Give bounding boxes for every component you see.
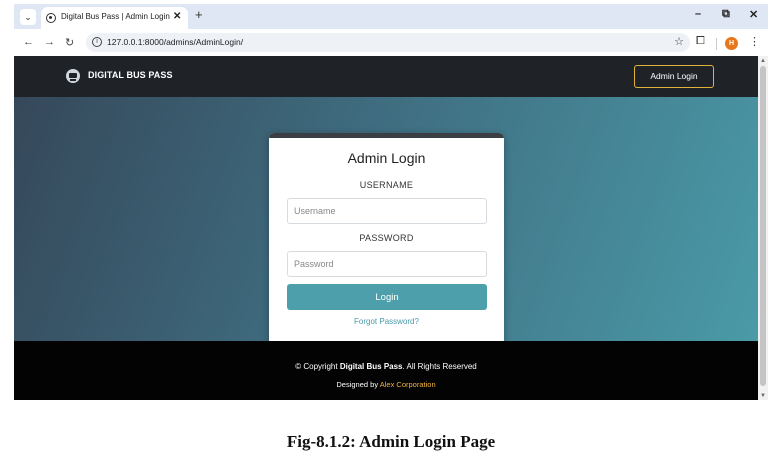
forgot-password-link[interactable]: Forgot Password? — [269, 317, 504, 326]
browser-tab[interactable]: Digital Bus Pass | Admin Login ✕ — [41, 7, 188, 29]
copyright-suffix: . All Rights Reserved — [402, 362, 477, 371]
info-icon[interactable]: i — [92, 37, 102, 47]
bus-logo-icon — [66, 69, 80, 83]
kebab-icon[interactable]: ⋮ — [749, 35, 760, 48]
tab-strip: ⌄ Digital Bus Pass | Admin Login ✕ + – ⧉… — [14, 4, 768, 29]
card-title: Admin Login — [347, 150, 426, 166]
document-page: ⌄ Digital Bus Pass | Admin Login ✕ + – ⧉… — [0, 0, 782, 455]
globe-icon — [46, 13, 56, 23]
web-viewport: DIGITAL BUS PASS Admin Login Admin Login… — [14, 56, 758, 400]
reload-icon[interactable]: ↻ — [65, 36, 74, 49]
scrollbar[interactable]: ▲ ▼ — [758, 56, 768, 400]
username-input[interactable] — [287, 198, 487, 224]
designed-prefix: Designed by — [336, 380, 379, 389]
avatar[interactable]: H — [725, 37, 738, 50]
star-icon[interactable]: ☆ — [674, 35, 684, 48]
plus-icon[interactable]: + — [195, 7, 203, 22]
hero-section: Admin Login USERNAME PASSWORD Login Forg… — [14, 97, 758, 345]
forward-arrow-icon[interactable]: → — [44, 36, 55, 48]
scroll-down-icon[interactable]: ▼ — [760, 393, 766, 399]
designer-link[interactable]: Alex Corporation — [380, 380, 436, 389]
restore-icon[interactable]: ⧉ — [722, 8, 730, 21]
browser-window: ⌄ Digital Bus Pass | Admin Login ✕ + – ⧉… — [14, 4, 768, 400]
figure-caption: Fig-8.1.2: Admin Login Page — [286, 432, 496, 451]
brand-name[interactable]: DIGITAL BUS PASS — [88, 70, 173, 80]
password-input[interactable] — [287, 251, 487, 277]
copyright-brand: Digital Bus Pass — [339, 362, 403, 371]
chevron-down-icon[interactable]: ⌄ — [20, 9, 36, 25]
admin-login-button[interactable]: Admin Login — [634, 65, 714, 88]
minimize-icon[interactable]: – — [695, 8, 701, 20]
puzzle-icon[interactable]: ⧠ — [696, 35, 705, 48]
login-button[interactable]: Login — [287, 284, 487, 310]
site-navbar: DIGITAL BUS PASS Admin Login — [14, 56, 758, 97]
scroll-up-icon[interactable]: ▲ — [760, 58, 766, 64]
username-label: USERNAME — [359, 180, 414, 190]
tab-title: Digital Bus Pass | Admin Login — [61, 12, 170, 21]
url-field[interactable]: i 127.0.0.1:8000/admins/AdminLogin/ ☆ — [86, 33, 690, 52]
url-text[interactable]: 127.0.0.1:8000/admins/AdminLogin/ — [107, 37, 243, 47]
site-footer: © Copyright Digital Bus Pass. All Rights… — [14, 341, 758, 400]
copyright-text: © Copyright Digital Bus Pass. All Rights… — [14, 362, 758, 371]
password-label: PASSWORD — [359, 233, 414, 243]
close-icon[interactable]: ✕ — [173, 11, 181, 22]
toolbar-divider — [716, 38, 717, 50]
address-bar: ← → ↻ i 127.0.0.1:8000/admins/AdminLogin… — [14, 29, 768, 57]
back-arrow-icon[interactable]: ← — [23, 36, 34, 48]
login-card: Admin Login USERNAME PASSWORD Login Forg… — [269, 133, 504, 345]
close-window-icon[interactable]: ✕ — [749, 8, 758, 21]
scroll-thumb[interactable] — [760, 66, 766, 386]
designed-by-text: Designed by Alex Corporation — [14, 380, 758, 389]
copyright-prefix: © Copyright — [295, 362, 338, 371]
card-top-border — [269, 133, 504, 138]
